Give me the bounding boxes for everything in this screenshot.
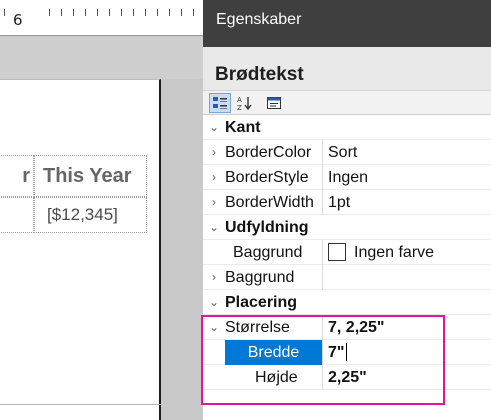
canvas-margin (0, 37, 203, 79)
table-header-cell-this-year[interactable]: This Year (34, 155, 147, 197)
property-value[interactable]: Ingen (322, 164, 491, 190)
ruler-tick (61, 9, 62, 16)
collapse-chevron-icon[interactable]: ⌄ (203, 220, 225, 234)
ruler-tick (181, 9, 182, 16)
ruler-tick (97, 9, 98, 16)
property-value[interactable] (322, 264, 491, 290)
property-row-borderwidth[interactable]: › BorderWidth 1pt (203, 189, 491, 215)
svg-text:Z: Z (237, 104, 242, 111)
collapse-chevron-icon[interactable]: ⌄ (203, 120, 225, 134)
category-label: Udfyldning (225, 218, 309, 236)
ruler-tick (85, 9, 86, 16)
property-name: Baggrund (233, 243, 303, 261)
svg-text:A: A (237, 96, 242, 104)
ruler-tick (121, 9, 122, 16)
horizontal-ruler: 6 (0, 0, 203, 36)
report-design-surface[interactable]: 6 r This Year [$12,345] (0, 0, 203, 420)
color-swatch[interactable] (328, 243, 346, 261)
color-value: Ingen farve (354, 243, 435, 261)
property-row-width[interactable]: Bredde 7" (203, 339, 491, 365)
collapse-chevron-icon[interactable]: ⌄ (203, 320, 225, 334)
property-row-background-color[interactable]: Baggrund Ingen farve (203, 239, 491, 265)
expand-chevron-icon[interactable]: › (203, 195, 225, 209)
ruler-tick (145, 9, 146, 16)
ruler-number: 6 (13, 11, 23, 29)
width-input-text[interactable]: 7" (328, 340, 344, 365)
property-grid: ⌄ Kant › BorderColor Sort › BorderStyle … (203, 115, 491, 390)
collapse-chevron-icon[interactable]: ⌄ (203, 295, 225, 309)
report-page[interactable] (0, 79, 161, 420)
category-udfyldning[interactable]: ⌄ Udfyldning (203, 215, 491, 240)
property-value[interactable]: Ingen farve (322, 239, 491, 265)
category-label: Kant (225, 118, 261, 136)
category-placering[interactable]: ⌄ Placering (203, 290, 491, 315)
table-value-cell-previous[interactable] (0, 197, 34, 233)
ruler-tick (157, 9, 158, 16)
category-kant[interactable]: ⌄ Kant (203, 115, 491, 140)
property-name: BorderColor (225, 143, 312, 161)
properties-toolbar: A Z (203, 91, 491, 115)
selected-object-name: Brødtekst (203, 47, 491, 91)
ruler-tick (109, 9, 110, 16)
report-body-edge (0, 404, 161, 405)
property-name: Størrelse (225, 318, 290, 336)
property-name: BorderStyle (225, 168, 309, 186)
ruler-tick (169, 9, 170, 16)
properties-title-bar[interactable]: Egenskaber (203, 0, 491, 47)
ruler-tick (133, 9, 134, 16)
alphabetical-sort-icon[interactable]: A Z (234, 93, 256, 113)
expand-chevron-icon[interactable]: › (203, 170, 225, 184)
property-value[interactable]: 7, 2,25" (322, 314, 491, 340)
expand-chevron-icon[interactable]: › (203, 270, 225, 284)
property-row-size[interactable]: ⌄ Størrelse 7, 2,25" (203, 314, 491, 340)
expand-chevron-icon[interactable]: › (203, 145, 225, 159)
text-caret (346, 343, 348, 361)
property-pages-icon[interactable] (263, 93, 285, 113)
ruler-tick (73, 9, 74, 16)
property-row-height[interactable]: Højde 2,25" (203, 364, 491, 390)
property-name: BorderWidth (225, 193, 314, 211)
properties-title: Egenskaber (216, 11, 302, 28)
ruler-tick (4, 9, 5, 16)
ruler-tick (49, 9, 50, 16)
table-header-cell-previous[interactable]: r (0, 155, 34, 197)
property-value[interactable]: 2,25" (322, 364, 491, 390)
property-name: Baggrund (225, 268, 295, 286)
categorized-icon[interactable] (209, 92, 231, 113)
ruler-tick (193, 9, 194, 16)
category-label: Placering (225, 293, 298, 311)
property-name: Højde (255, 368, 298, 386)
property-value[interactable]: Sort (322, 139, 491, 165)
property-name: Bredde (225, 339, 322, 365)
table-value-cell-this-year[interactable]: [$12,345] (34, 197, 147, 233)
property-row-borderstyle[interactable]: › BorderStyle Ingen (203, 164, 491, 190)
property-row-background-image[interactable]: › Baggrund (203, 264, 491, 290)
property-value[interactable]: 1pt (322, 189, 491, 215)
property-value-editor[interactable]: 7" (322, 339, 491, 365)
properties-pane: Egenskaber Brødtekst A Z ⌄ Kant › Border… (203, 0, 491, 420)
property-row-bordercolor[interactable]: › BorderColor Sort (203, 139, 491, 165)
